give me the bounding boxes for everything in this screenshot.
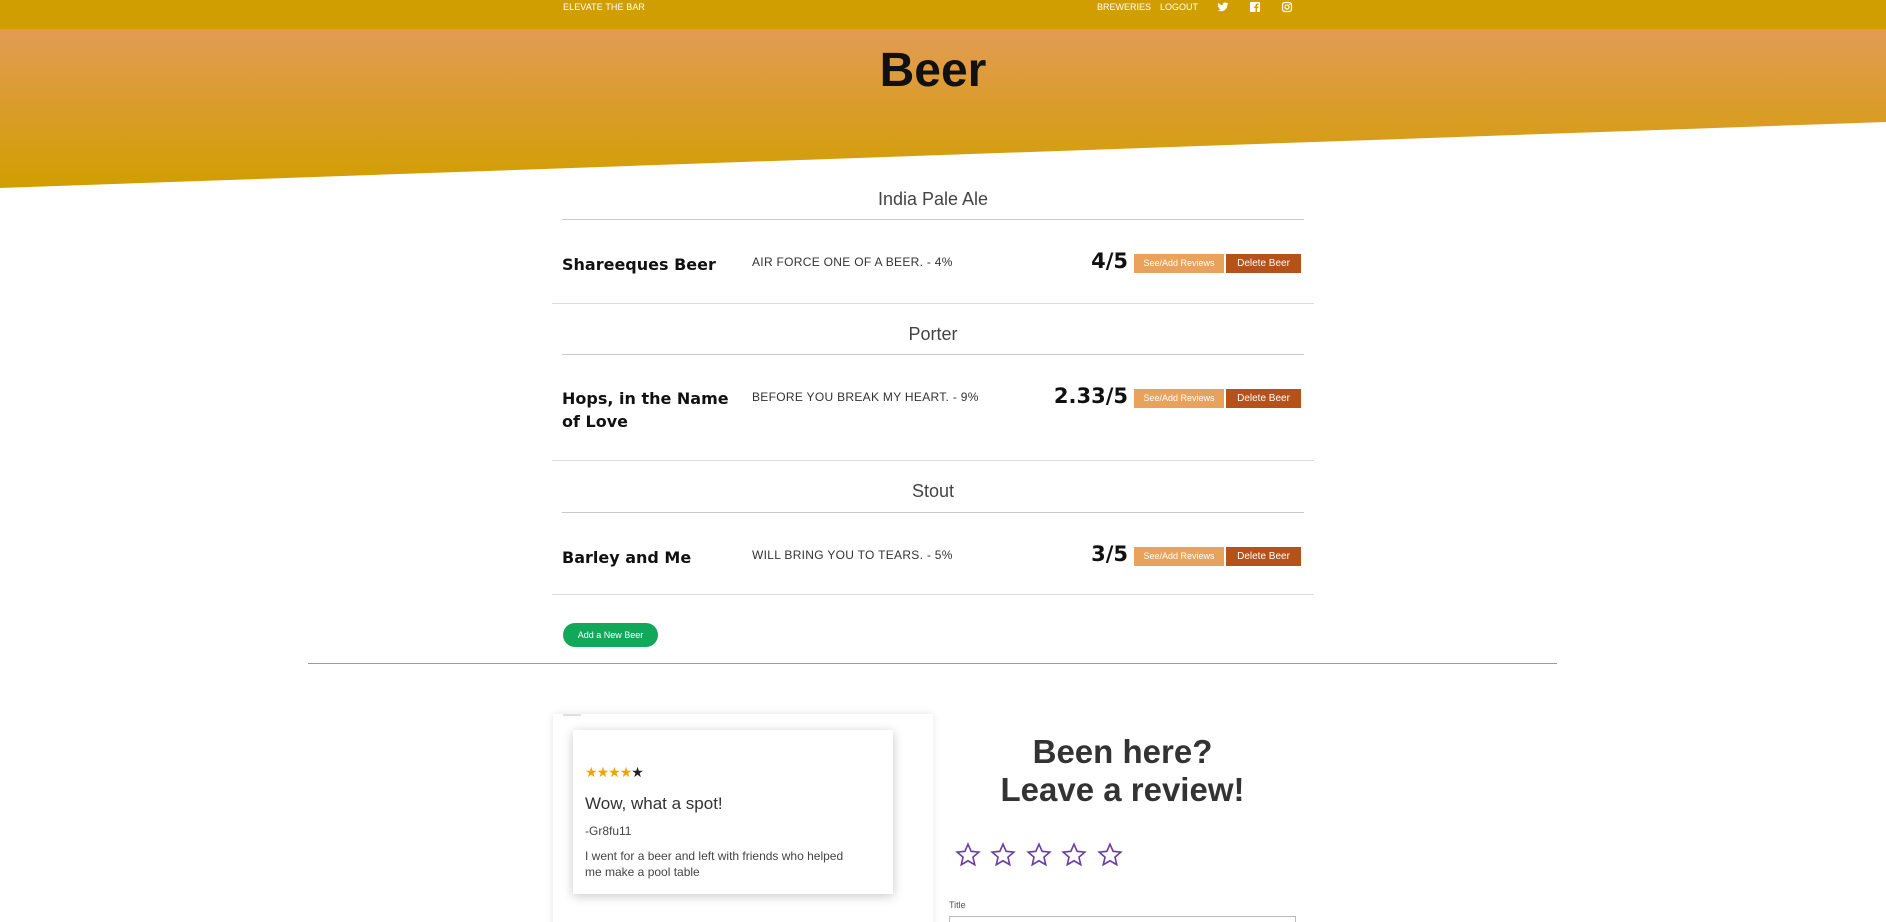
reviews-panel-tab [563, 714, 581, 716]
instagram-icon[interactable] [1281, 1, 1293, 13]
nav-breweries-link[interactable]: BREWERIES [1097, 2, 1151, 12]
delete-beer-button[interactable]: Delete Beer [1226, 389, 1301, 408]
beer-rating: 2.33/5 [1053, 384, 1128, 408]
twitter-icon[interactable] [1217, 1, 1229, 13]
leave-review-heading: Been here? Leave a review! [950, 733, 1295, 809]
top-nav-bar: ELEVATE THE BAR BREWERIES LOGOUT [0, 0, 1886, 29]
beer-name: Shareeques Beer [562, 255, 716, 274]
beer-description: BEFORE YOU BREAK MY HEART. - 9% [752, 390, 979, 404]
beer-name: Hops, in the Name of Love [562, 389, 729, 431]
category-title-ipa: India Pale Ale [877, 189, 989, 209]
rate-star-1-icon[interactable] [955, 842, 981, 868]
review-body: I went for a beer and left with friends … [585, 849, 844, 879]
title-field-label: Title [949, 900, 966, 910]
see-add-reviews-button[interactable]: See/Add Reviews [1134, 389, 1224, 408]
rate-star-3-icon[interactable] [1026, 842, 1052, 868]
title-field[interactable] [949, 916, 1296, 922]
star-filled-icon: ★ [608, 764, 621, 780]
see-add-reviews-button[interactable]: See/Add Reviews [1134, 254, 1224, 273]
beer-rating: 4/5 [1091, 249, 1128, 273]
review-title: Wow, what a spot! [585, 794, 723, 813]
category-divider [562, 354, 1304, 355]
category-title-porter: Porter [908, 324, 958, 344]
leave-review-heading-line1: Been here? [1032, 733, 1213, 770]
brand-link[interactable]: ELEVATE THE BAR [563, 2, 645, 12]
beer-rating: 3/5 [1091, 542, 1128, 566]
leave-review-heading-line2: Leave a review! [1000, 771, 1245, 808]
star-filled-icon: ★ [596, 764, 610, 780]
page-title: Beer [879, 44, 987, 97]
section-divider [308, 663, 1557, 664]
beer-description: WILL BRING YOU TO TEARS. - 5% [752, 548, 953, 562]
rate-star-5-icon[interactable] [1097, 842, 1123, 868]
star-filled-icon: ★ [585, 764, 598, 780]
review-card: ★★★★★ Wow, what a spot! -Gr8fu11 I went … [573, 730, 893, 894]
category-divider [562, 512, 1304, 513]
star-empty-icon: ★ [631, 764, 644, 780]
category-title-stout: Stout [911, 481, 955, 501]
add-new-beer-button[interactable]: Add a New Beer [563, 623, 658, 647]
category-divider [562, 219, 1304, 220]
delete-beer-button[interactable]: Delete Beer [1226, 254, 1301, 273]
row-divider [552, 594, 1314, 595]
review-author: -Gr8fu11 [585, 824, 632, 838]
delete-beer-button[interactable]: Delete Beer [1226, 547, 1301, 566]
row-divider [552, 460, 1314, 461]
review-rating-stars: ★★★★★ [585, 764, 644, 781]
row-divider [552, 303, 1314, 304]
nav-logout-link[interactable]: LOGOUT [1160, 2, 1198, 12]
beer-name: Barley and Me [562, 548, 692, 567]
beer-description: AIR FORCE ONE OF A BEER. - 4% [752, 255, 953, 269]
facebook-icon[interactable] [1249, 1, 1261, 13]
rate-star-4-icon[interactable] [1061, 842, 1087, 868]
star-filled-icon: ★ [619, 764, 633, 780]
rate-star-2-icon[interactable] [990, 842, 1016, 868]
see-add-reviews-button[interactable]: See/Add Reviews [1134, 547, 1224, 566]
